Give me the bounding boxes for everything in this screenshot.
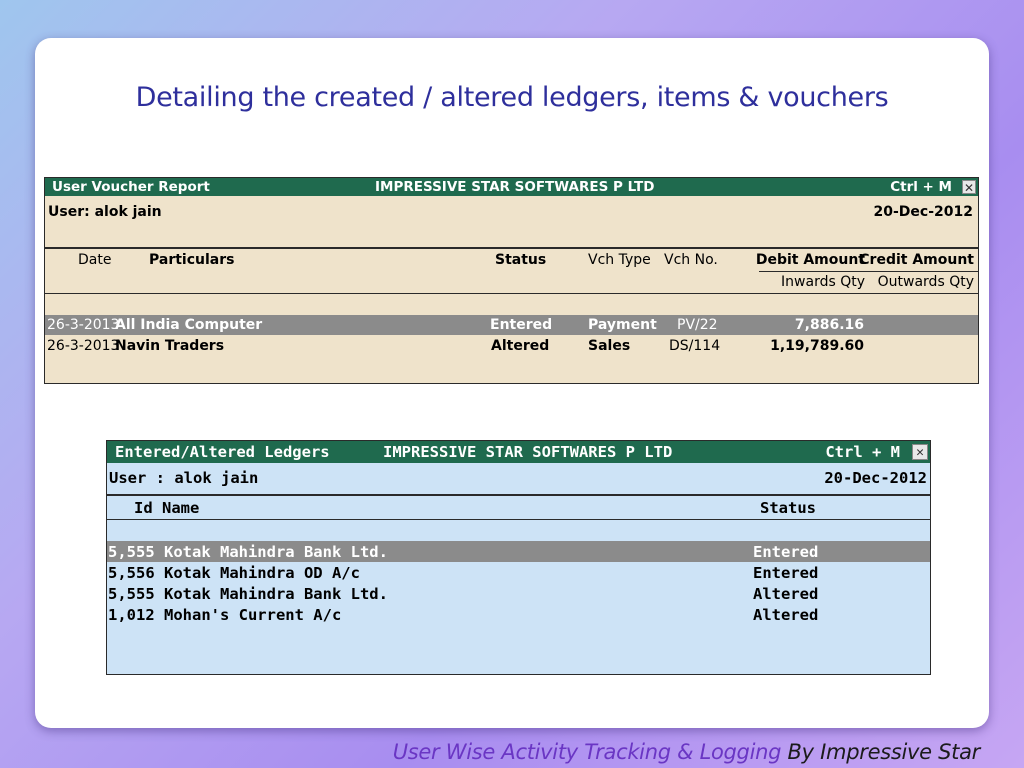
company-name: IMPRESSIVE STAR SOFTWARES P LTD: [375, 179, 655, 195]
row-id-name: 5,555 Kotak Mahindra Bank Ltd.: [108, 585, 388, 603]
header-divider: [107, 494, 930, 496]
row-id-name: 1,012 Mohan's Current A/c: [108, 606, 342, 624]
user-label: User: alok jain: [48, 204, 162, 220]
row-particulars: All India Computer: [115, 317, 263, 333]
window-title: Entered/Altered Ledgers: [115, 443, 330, 461]
row-date: 26-3-2013: [47, 338, 120, 354]
row-debit: 7,886.16: [794, 317, 864, 333]
col-particulars: Particulars: [149, 252, 235, 268]
voucher-report-titlebar: User Voucher Report IMPRESSIVE STAR SOFT…: [45, 178, 978, 196]
subheader-divider: [107, 519, 930, 520]
list-item[interactable]: 5,555 Kotak Mahindra Bank Ltd. Altered: [107, 583, 930, 604]
header-divider: [45, 247, 978, 249]
user-label: User : alok jain: [109, 469, 259, 487]
col-status: Status: [760, 499, 816, 517]
slide-title: Detailing the created / altered ledgers,…: [135, 82, 889, 113]
col-credit-amount: Credit Amount: [859, 252, 974, 268]
report-date: 20-Dec-2012: [873, 204, 973, 220]
slide-footer: User Wise Activity Tracking & Logging By…: [392, 740, 981, 764]
close-icon[interactable]: ✕: [912, 444, 928, 460]
window-title: User Voucher Report: [52, 179, 210, 195]
footer-byline: By Impressive Star: [781, 740, 981, 764]
row-vch-no: PV/22: [677, 317, 718, 333]
col-debit-amount: Debit Amount: [755, 252, 865, 268]
row-status: Altered: [491, 338, 550, 354]
list-item[interactable]: 5,555 Kotak Mahindra Bank Ltd. Entered: [107, 541, 930, 562]
shortcut-label: Ctrl + M: [825, 443, 900, 461]
amount-divider: [759, 271, 978, 272]
row-id-name: 5,556 Kotak Mahindra OD A/c: [108, 564, 360, 582]
shortcut-label: Ctrl + M: [890, 179, 952, 195]
row-vch-type: Sales: [588, 338, 631, 354]
row-vch-type: Payment: [588, 317, 657, 333]
table-row[interactable]: 26-3-2013 All India Computer Entered Pay…: [45, 315, 978, 335]
col-outwards-qty: Outwards Qty: [877, 274, 974, 290]
footer-accent: User Wise Activity Tracking & Logging: [392, 740, 782, 764]
row-particulars: Navin Traders: [115, 338, 225, 354]
subheader-divider: [45, 293, 978, 294]
row-vch-no: DS/114: [669, 338, 721, 354]
row-id-name: 5,555 Kotak Mahindra Bank Ltd.: [108, 543, 388, 561]
row-status: Entered: [753, 564, 819, 582]
ledger-titlebar: Entered/Altered Ledgers IMPRESSIVE STAR …: [107, 441, 930, 463]
voucher-report-window: User Voucher Report IMPRESSIVE STAR SOFT…: [44, 177, 979, 384]
row-status: Altered: [753, 606, 819, 624]
col-date: Date: [78, 252, 112, 268]
row-status: Entered: [753, 543, 819, 561]
row-status: Entered: [490, 317, 553, 333]
col-id-name: Id Name: [134, 499, 200, 517]
table-row[interactable]: 26-3-2013 Navin Traders Altered Sales DS…: [45, 336, 978, 356]
close-icon[interactable]: ✕: [962, 180, 976, 195]
ledger-window: Entered/Altered Ledgers IMPRESSIVE STAR …: [106, 440, 931, 675]
row-status: Altered: [753, 585, 819, 603]
col-vch-type: Vch Type: [588, 252, 651, 268]
company-name: IMPRESSIVE STAR SOFTWARES P LTD: [383, 443, 673, 461]
col-vch-no: Vch No.: [664, 252, 718, 268]
report-date: 20-Dec-2012: [824, 469, 927, 487]
col-status: Status: [495, 252, 547, 268]
list-item[interactable]: 5,556 Kotak Mahindra OD A/c Entered: [107, 562, 930, 583]
row-debit: 1,19,789.60: [770, 338, 864, 354]
list-item[interactable]: 1,012 Mohan's Current A/c Altered: [107, 604, 930, 625]
col-inwards-qty: Inwards Qty: [781, 274, 865, 290]
row-date: 26-3-2013: [47, 317, 120, 333]
